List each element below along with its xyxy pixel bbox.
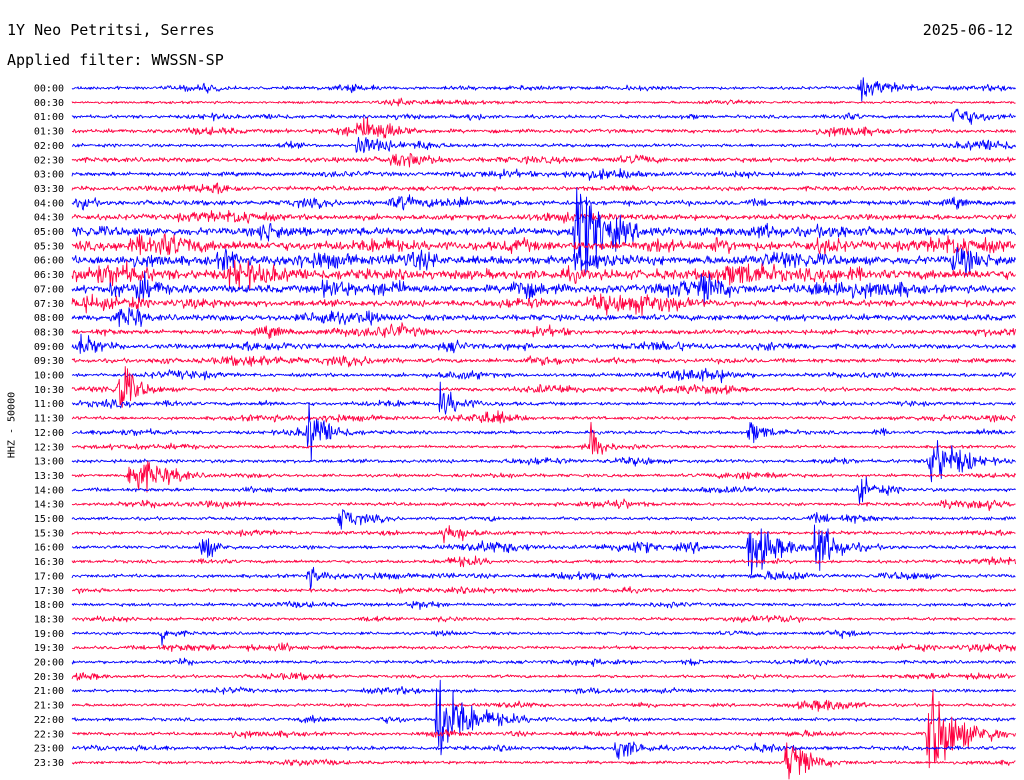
row-time-label: 13:30 [34,471,64,482]
row-time-label: 15:30 [34,528,64,539]
row-time-label: 05:30 [34,241,64,252]
trace-row [71,322,1016,340]
trace-row [71,182,1016,195]
row-time-label: 08:30 [34,327,64,338]
row-time-label: 09:30 [34,356,64,367]
trace-row [71,509,1016,530]
row-time-label: 22:30 [34,729,64,740]
trace-row [71,381,1016,415]
trace-row [71,566,1016,590]
row-time-label: 22:00 [34,715,64,726]
trace-row [71,524,1016,576]
row-time-label: 06:30 [34,270,64,281]
trace-row [71,168,1016,181]
row-time-label: 14:30 [34,500,64,511]
row-time-label: 01:00 [34,112,64,123]
trace-row [72,688,1016,769]
trace-row [71,355,1016,368]
row-time-label: 18:00 [34,600,64,611]
row-time-label: 17:00 [34,571,64,582]
row-time-label: 13:00 [34,457,64,468]
trace-row [71,600,1016,611]
trace-row [71,233,1016,257]
helicorder-page: 1Y Neo Petritsi, Serres 2025-06-12 Appli… [0,0,1024,780]
trace-row [71,136,1016,154]
row-time-label: 10:30 [34,385,64,396]
row-time-label: 12:00 [34,428,64,439]
row-time-label: 15:00 [34,514,64,525]
trace-row [71,421,1016,455]
row-time-label: 11:30 [34,414,64,425]
trace-row [71,555,1016,568]
row-time-label: 03:00 [34,170,64,181]
trace-row [71,194,1016,211]
helicorder-plot: 00:00 00:30 01:00 01:30 02:00 02:30 03:00 03:30… [34,77,1016,780]
row-time-label: 21:30 [34,701,64,712]
trace-row [71,498,1016,512]
row-time-label: 21:00 [34,686,64,697]
trace-row [71,629,1016,646]
row-time-label: 07:00 [34,284,64,295]
row-time-label: 16:00 [34,543,64,554]
row-time-label: 02:00 [34,141,64,152]
row-time-label: 04:30 [34,213,64,224]
trace-row [71,108,1016,125]
trace-row [71,333,1016,354]
trace-row [71,293,1016,317]
trace-row [71,741,1016,760]
trace-row [71,97,1016,107]
trace-row [71,642,1016,653]
row-time-label: 01:30 [34,127,64,138]
row-time-label: 19:30 [34,643,64,654]
row-time-label: 18:30 [34,614,64,625]
trace-row [71,77,1016,102]
trace-row [71,367,1016,384]
trace-row [71,476,1016,505]
trace-row [71,685,1016,695]
row-time-label: 12:30 [34,442,64,453]
trace-row [71,366,1016,408]
row-time-label: 06:00 [34,256,64,267]
row-time-label: 20:30 [34,672,64,683]
trace-row [71,245,1016,276]
trace-row [71,614,1016,623]
row-time-label: 16:30 [34,557,64,568]
row-time-label: 14:00 [34,485,64,496]
trace-row [71,210,1016,224]
trace-row [71,307,1016,328]
row-time-label: 03:30 [34,184,64,195]
row-time-label: 00:00 [34,84,64,95]
row-time-label: 23:30 [34,758,64,769]
row-time-label: 00:30 [34,98,64,109]
row-time-label: 11:00 [34,399,64,410]
row-time-label: 09:00 [34,342,64,353]
trace-row [71,586,1016,595]
row-time-label: 02:30 [34,155,64,166]
trace-row [71,402,1016,461]
trace-row [71,525,1016,544]
trace-row [71,657,1016,667]
trace-row [71,672,1016,681]
row-time-label: 17:30 [34,586,64,597]
row-time-label: 04:00 [34,198,64,209]
row-time-label: 08:00 [34,313,64,324]
trace-row [71,699,1016,712]
row-time-label: 23:00 [34,744,64,755]
trace-row [71,410,1016,424]
row-time-label: 07:30 [34,299,64,310]
row-time-label: 19:00 [34,629,64,640]
trace-row [71,153,1016,168]
row-time-label: 10:00 [34,371,64,382]
row-time-label: 05:00 [34,227,64,238]
row-time-label: 20:00 [34,658,64,669]
